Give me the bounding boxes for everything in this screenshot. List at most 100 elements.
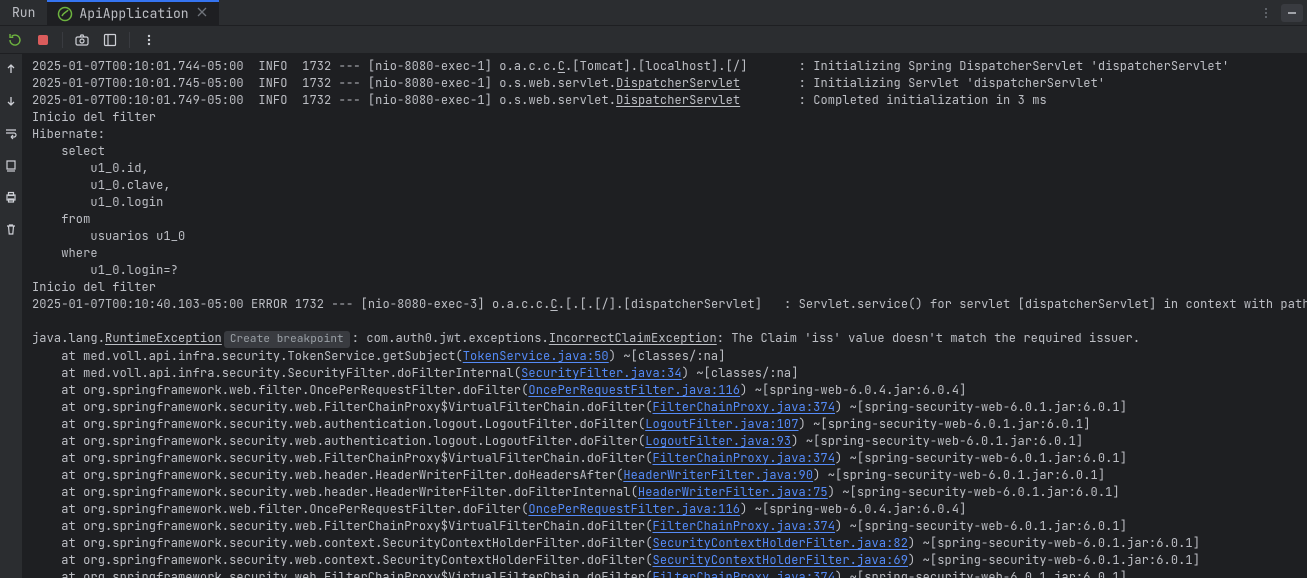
stack-frame: at org.springframework.web.filter.OncePe… xyxy=(32,501,1297,518)
source-link[interactable]: HeaderWriterFilter.java:75 xyxy=(638,484,828,500)
log-line: 2025-01-07T00:10:01.749-05:00 INFO 1732 … xyxy=(32,92,1297,109)
text: Hibernate: xyxy=(32,126,105,142)
stack-frame: at org.springframework.security.web.head… xyxy=(32,467,1297,484)
timestamp: 2025-01-07T00:10:01.744-05:00 xyxy=(32,58,244,74)
text: from xyxy=(32,211,90,227)
frame-text: at org.springframework.security.web.Filt… xyxy=(61,450,652,466)
timestamp: 2025-01-07T00:10:40.103-05:00 xyxy=(32,296,244,312)
logger: o.s.web.servlet.DispatcherServlet xyxy=(499,92,798,108)
exception-line: java.lang.RuntimeExceptionCreate breakpo… xyxy=(32,330,1297,348)
console-output[interactable]: 2025-01-07T00:10:01.744-05:00 INFO 1732 … xyxy=(22,54,1307,578)
frame-text: at org.springframework.web.filter.OncePe… xyxy=(61,501,528,517)
stop-icon[interactable] xyxy=(34,31,52,49)
close-icon[interactable] xyxy=(195,5,209,23)
blank xyxy=(32,313,1297,330)
source-link[interactable]: SecurityContextHolderFilter.java:69 xyxy=(653,552,909,568)
log-line: Hibernate: xyxy=(32,126,1297,143)
source-link[interactable]: OncePerRequestFilter.java:116 xyxy=(528,382,740,398)
frame-suffix: ) ~[classes/:na] xyxy=(682,365,799,381)
source-link[interactable]: FilterChainProxy.java:374 xyxy=(653,518,836,534)
log-line: Inicio del filter xyxy=(32,279,1297,296)
log-line: Inicio del filter xyxy=(32,109,1297,126)
log-line-error: 2025-01-07T00:10:40.103-05:00 ERROR 1732… xyxy=(32,296,1297,313)
rerun-icon[interactable] xyxy=(6,31,24,49)
logger: o.a.c.c.C.[Tomcat].[localhost].[/] xyxy=(499,58,798,74)
source-link[interactable]: FilterChainProxy.java:374 xyxy=(653,450,836,466)
pid: 1732 xyxy=(295,296,324,312)
down-arrow-icon[interactable] xyxy=(2,92,20,110)
frame-suffix: ) ~[spring-security-web-6.0.1.jar:6.0.1] xyxy=(908,552,1200,568)
level: ERROR xyxy=(251,296,288,312)
frame-text: at org.springframework.security.web.auth… xyxy=(61,433,645,449)
frame-text: at org.springframework.security.web.Filt… xyxy=(61,569,652,578)
source-link[interactable]: SecurityFilter.java:34 xyxy=(521,365,682,381)
pid: 1732 xyxy=(302,75,331,91)
layout-icon[interactable] xyxy=(101,31,119,49)
camera-icon[interactable] xyxy=(73,31,91,49)
frame-suffix: ) ~[spring-security-web-6.0.1.jar:6.0.1] xyxy=(835,569,1127,578)
hide-panel-icon[interactable] xyxy=(1281,4,1303,22)
source-link[interactable]: TokenService.java:50 xyxy=(463,348,609,364)
source-link[interactable]: FilterChainProxy.java:374 xyxy=(653,569,836,578)
text: : The Claim 'iss' value doesn't match th… xyxy=(717,330,1140,346)
log-line: u1_0.login xyxy=(32,194,1297,211)
source-link[interactable]: HeaderWriterFilter.java:90 xyxy=(623,467,813,483)
frame-suffix: ) ~[spring-security-web-6.0.1.jar:6.0.1] xyxy=(828,484,1120,500)
log-line: 2025-01-07T00:10:01.745-05:00 INFO 1732 … xyxy=(32,75,1297,92)
level: INFO xyxy=(258,58,295,74)
text: Inicio del filter xyxy=(32,109,156,125)
message: : Initializing Spring DispatcherServlet … xyxy=(799,58,1230,74)
log-line: from xyxy=(32,211,1297,228)
stack-frame: at org.springframework.security.web.Filt… xyxy=(32,399,1297,416)
frame-suffix: ) ~[spring-security-web-6.0.1.jar:6.0.1] xyxy=(908,535,1200,551)
frame-text: at org.springframework.web.filter.OncePe… xyxy=(61,382,528,398)
message: : Initializing Servlet 'dispatcherServle… xyxy=(799,75,1106,91)
run-toolbar xyxy=(0,26,1307,54)
frame-suffix: ) ~[spring-security-web-6.0.1.jar:6.0.1] xyxy=(835,450,1127,466)
exception-cause: IncorrectClaimException xyxy=(549,330,717,346)
pid: 1732 xyxy=(302,58,331,74)
log-line: 2025-01-07T00:10:01.744-05:00 INFO 1732 … xyxy=(32,58,1297,75)
console-gutter xyxy=(0,54,22,578)
stack-frame: at org.springframework.security.web.head… xyxy=(32,484,1297,501)
text: select xyxy=(32,143,105,159)
frame-text: at org.springframework.security.web.head… xyxy=(61,484,638,500)
text: where xyxy=(32,245,98,261)
options-icon[interactable] xyxy=(1255,4,1277,22)
log-line: select xyxy=(32,143,1297,160)
stack-frame: at org.springframework.web.filter.OncePe… xyxy=(32,382,1297,399)
scroll-end-icon[interactable] xyxy=(2,156,20,174)
up-arrow-icon[interactable] xyxy=(2,60,20,78)
stack-frame: at org.springframework.security.web.Filt… xyxy=(32,569,1297,578)
pid: 1732 xyxy=(302,92,331,108)
text: u1_0.login=? xyxy=(32,262,178,278)
panel-label: Run xyxy=(0,4,47,21)
create-breakpoint-hint[interactable]: Create breakpoint xyxy=(224,331,350,348)
source-link[interactable]: LogoutFilter.java:107 xyxy=(645,416,798,432)
frame-suffix: ) ~[spring-security-web-6.0.1.jar:6.0.1] xyxy=(799,416,1091,432)
thread: [nio-8080-exec-1] xyxy=(368,58,492,74)
source-link[interactable]: LogoutFilter.java:93 xyxy=(645,433,791,449)
log-line: u1_0.clave, xyxy=(32,177,1297,194)
stack-frame: at med.voll.api.infra.security.TokenServ… xyxy=(32,348,1297,365)
print-icon[interactable] xyxy=(2,188,20,206)
exception-class: RuntimeException xyxy=(105,330,222,346)
source-link[interactable]: FilterChainProxy.java:374 xyxy=(653,399,836,415)
wrap-icon[interactable] xyxy=(2,124,20,142)
source-link[interactable]: OncePerRequestFilter.java:116 xyxy=(528,501,740,517)
run-config-tab[interactable]: ApiApplication xyxy=(47,0,218,26)
frame-suffix: ) ~[spring-security-web-6.0.1.jar:6.0.1] xyxy=(791,433,1083,449)
frame-suffix: ) ~[classes/:na] xyxy=(609,348,726,364)
trash-icon[interactable] xyxy=(2,220,20,238)
stack-frame: at org.springframework.security.web.cont… xyxy=(32,552,1297,569)
more-icon[interactable] xyxy=(140,31,158,49)
thread: [nio-8080-exec-3] xyxy=(361,296,485,312)
text: Inicio del filter xyxy=(32,279,156,295)
frame-suffix: ) ~[spring-security-web-6.0.1.jar:6.0.1] xyxy=(835,399,1127,415)
stack-frame: at med.voll.api.infra.security.SecurityF… xyxy=(32,365,1297,382)
frame-text: at med.voll.api.infra.security.TokenServ… xyxy=(61,348,463,364)
run-tabbar: Run ApiApplication xyxy=(0,0,1307,26)
source-link[interactable]: SecurityContextHolderFilter.java:82 xyxy=(653,535,909,551)
text: : com.auth0.jwt.exceptions. xyxy=(352,330,549,346)
frame-text: at org.springframework.security.web.auth… xyxy=(61,416,645,432)
